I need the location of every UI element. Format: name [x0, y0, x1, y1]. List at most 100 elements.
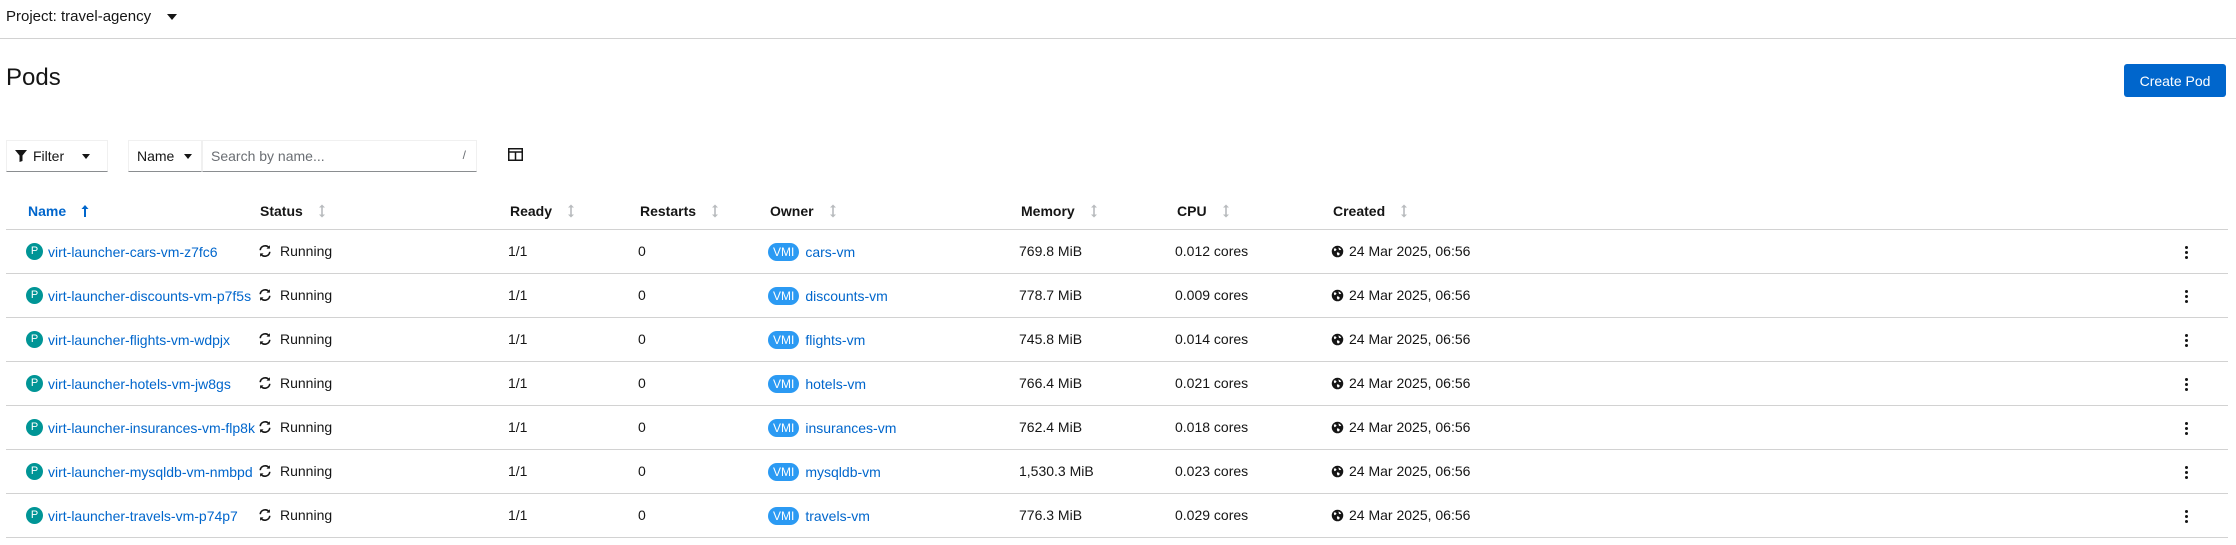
filter-dropdown[interactable]: Filter	[6, 140, 108, 172]
status-text: Running	[280, 463, 333, 479]
cell-ready: 1/1	[508, 507, 527, 523]
kebab-dot	[2184, 465, 2188, 469]
restarts-value: 0	[638, 287, 646, 303]
cell-name[interactable]: Pvirt-launcher-travels-vm-p74p7	[26, 507, 238, 524]
filter-label: Filter	[33, 148, 65, 164]
column-header-name[interactable]: Name	[28, 203, 90, 219]
cell-owner[interactable]: VMI cars-vm	[768, 243, 855, 261]
ready-value: 1/1	[508, 463, 528, 479]
globe-icon	[1331, 509, 1344, 521]
pod-badge: P	[26, 331, 43, 348]
cell-name[interactable]: Pvirt-launcher-cars-vm-z7fc6	[26, 243, 218, 260]
table-row: Pvirt-launcher-flights-vm-wdpjx Running 1/…	[6, 318, 2228, 362]
pod-badge: P	[26, 463, 43, 480]
column-header-label: Status	[260, 203, 303, 219]
status-text: Running	[280, 419, 333, 435]
kebab-dot	[2184, 426, 2188, 430]
cell-memory: 745.8 MiB	[1019, 331, 1082, 347]
filter-type-label: Name	[137, 148, 175, 164]
sort-icon	[829, 204, 836, 218]
cell-created: 24 Mar 2025, 06:56	[1331, 331, 1470, 347]
cell-name[interactable]: Pvirt-launcher-insurances-vm-flp8k	[26, 419, 255, 436]
column-header-memory[interactable]: Memory	[1021, 203, 1099, 219]
cpu-value: 0.023 cores	[1175, 463, 1249, 479]
memory-value: 769.8 MiB	[1019, 243, 1083, 259]
owner-link: flights-vm	[805, 332, 866, 348]
cell-owner[interactable]: VMI discounts-vm	[768, 287, 888, 305]
sync-icon	[259, 245, 271, 257]
project-selector[interactable]: Project: travel-agency	[6, 8, 178, 25]
cell-owner[interactable]: VMI flights-vm	[768, 331, 865, 349]
cell-restarts: 0	[638, 375, 646, 391]
cell-memory: 1,530.3 MiB	[1019, 463, 1094, 479]
cell-memory: 778.7 MiB	[1019, 287, 1082, 303]
row-actions-kebab-icon[interactable]	[2176, 462, 2196, 482]
kebab-dot	[2184, 333, 2188, 337]
cell-cpu: 0.029 cores	[1175, 507, 1248, 523]
cell-cpu: 0.009 cores	[1175, 287, 1248, 303]
filter-icon	[15, 150, 27, 162]
row-actions-kebab-icon[interactable]	[2176, 286, 2196, 306]
restarts-value: 0	[638, 463, 646, 479]
column-header-cpu[interactable]: CPU	[1177, 203, 1231, 219]
cell-status: Running	[258, 507, 332, 523]
column-header-owner[interactable]: Owner	[770, 203, 838, 219]
cell-owner[interactable]: VMI travels-vm	[768, 507, 870, 525]
cell-owner[interactable]: VMI insurances-vm	[768, 419, 896, 437]
vmi-badge: VMI	[768, 287, 800, 305]
cell-cpu: 0.012 cores	[1175, 243, 1248, 259]
column-header-restarts[interactable]: Restarts	[640, 203, 720, 219]
filter-type-select[interactable]: Name	[128, 140, 202, 172]
cell-ready: 1/1	[508, 463, 527, 479]
globe-icon	[1331, 289, 1344, 301]
column-header-label: Owner	[770, 203, 814, 219]
row-actions-kebab-icon[interactable]	[2176, 418, 2196, 438]
ready-value: 1/1	[508, 331, 528, 347]
cell-created: 24 Mar 2025, 06:56	[1331, 375, 1470, 391]
cell-name[interactable]: Pvirt-launcher-discounts-vm-p7f5s	[26, 287, 251, 304]
kebab-dot	[2184, 382, 2188, 386]
kebab-dot	[2184, 294, 2188, 298]
cell-memory: 762.4 MiB	[1019, 419, 1082, 435]
cell-name[interactable]: Pvirt-launcher-mysqldb-vm-nmbpd	[26, 463, 253, 480]
table-row: Pvirt-launcher-cars-vm-z7fc6 Running 1/1 0 V…	[6, 230, 2228, 274]
cell-restarts: 0	[638, 507, 646, 523]
column-header-created[interactable]: Created	[1333, 203, 1409, 219]
cell-status: Running	[258, 463, 332, 479]
pods-table: Name Status Ready Restarts Owner Memory CPU Cre…	[6, 193, 2228, 538]
cell-name[interactable]: Pvirt-launcher-hotels-vm-jw8gs	[26, 375, 231, 392]
table-header: Name Status Ready Restarts Owner Memory CPU Cre…	[6, 193, 2228, 230]
row-actions-kebab-icon[interactable]	[2176, 374, 2196, 394]
sort-icon	[1090, 204, 1097, 218]
cell-owner[interactable]: VMI hotels-vm	[768, 375, 866, 393]
kebab-dot	[2184, 475, 2188, 479]
kebab-dot	[2184, 377, 2188, 381]
create-pod-button[interactable]: Create Pod	[2124, 64, 2226, 97]
ready-value: 1/1	[508, 507, 528, 523]
pod-name-link: virt-launcher-mysqldb-vm-nmbpd	[48, 463, 253, 480]
column-header-status[interactable]: Status	[260, 203, 327, 219]
cell-name[interactable]: Pvirt-launcher-flights-vm-wdpjx	[26, 331, 230, 348]
cell-status: Running	[258, 419, 332, 435]
cell-cpu: 0.018 cores	[1175, 419, 1248, 435]
kebab-dot	[2184, 519, 2188, 523]
cell-owner[interactable]: VMI mysqldb-vm	[768, 463, 881, 481]
cell-ready: 1/1	[508, 287, 527, 303]
vmi-badge: VMI	[768, 463, 800, 481]
search-input[interactable]	[203, 141, 443, 171]
column-header-ready[interactable]: Ready	[510, 203, 576, 219]
created-timestamp: 24 Mar 2025, 06:56	[1349, 243, 1471, 259]
created-timestamp: 24 Mar 2025, 06:56	[1349, 419, 1471, 435]
row-actions-kebab-icon[interactable]	[2176, 506, 2196, 526]
cpu-value: 0.012 cores	[1175, 243, 1249, 259]
restarts-value: 0	[638, 375, 646, 391]
page-title: Pods	[6, 64, 61, 91]
row-actions-kebab-icon[interactable]	[2176, 330, 2196, 350]
cell-cpu: 0.021 cores	[1175, 375, 1248, 391]
table-row: Pvirt-launcher-mysqldb-vm-nmbpd Running 1/…	[6, 450, 2228, 494]
row-actions-kebab-icon[interactable]	[2176, 242, 2196, 262]
cell-cpu: 0.023 cores	[1175, 463, 1248, 479]
manage-columns-icon[interactable]	[508, 148, 523, 161]
kebab-dot	[2184, 338, 2188, 342]
sync-icon	[259, 377, 271, 389]
